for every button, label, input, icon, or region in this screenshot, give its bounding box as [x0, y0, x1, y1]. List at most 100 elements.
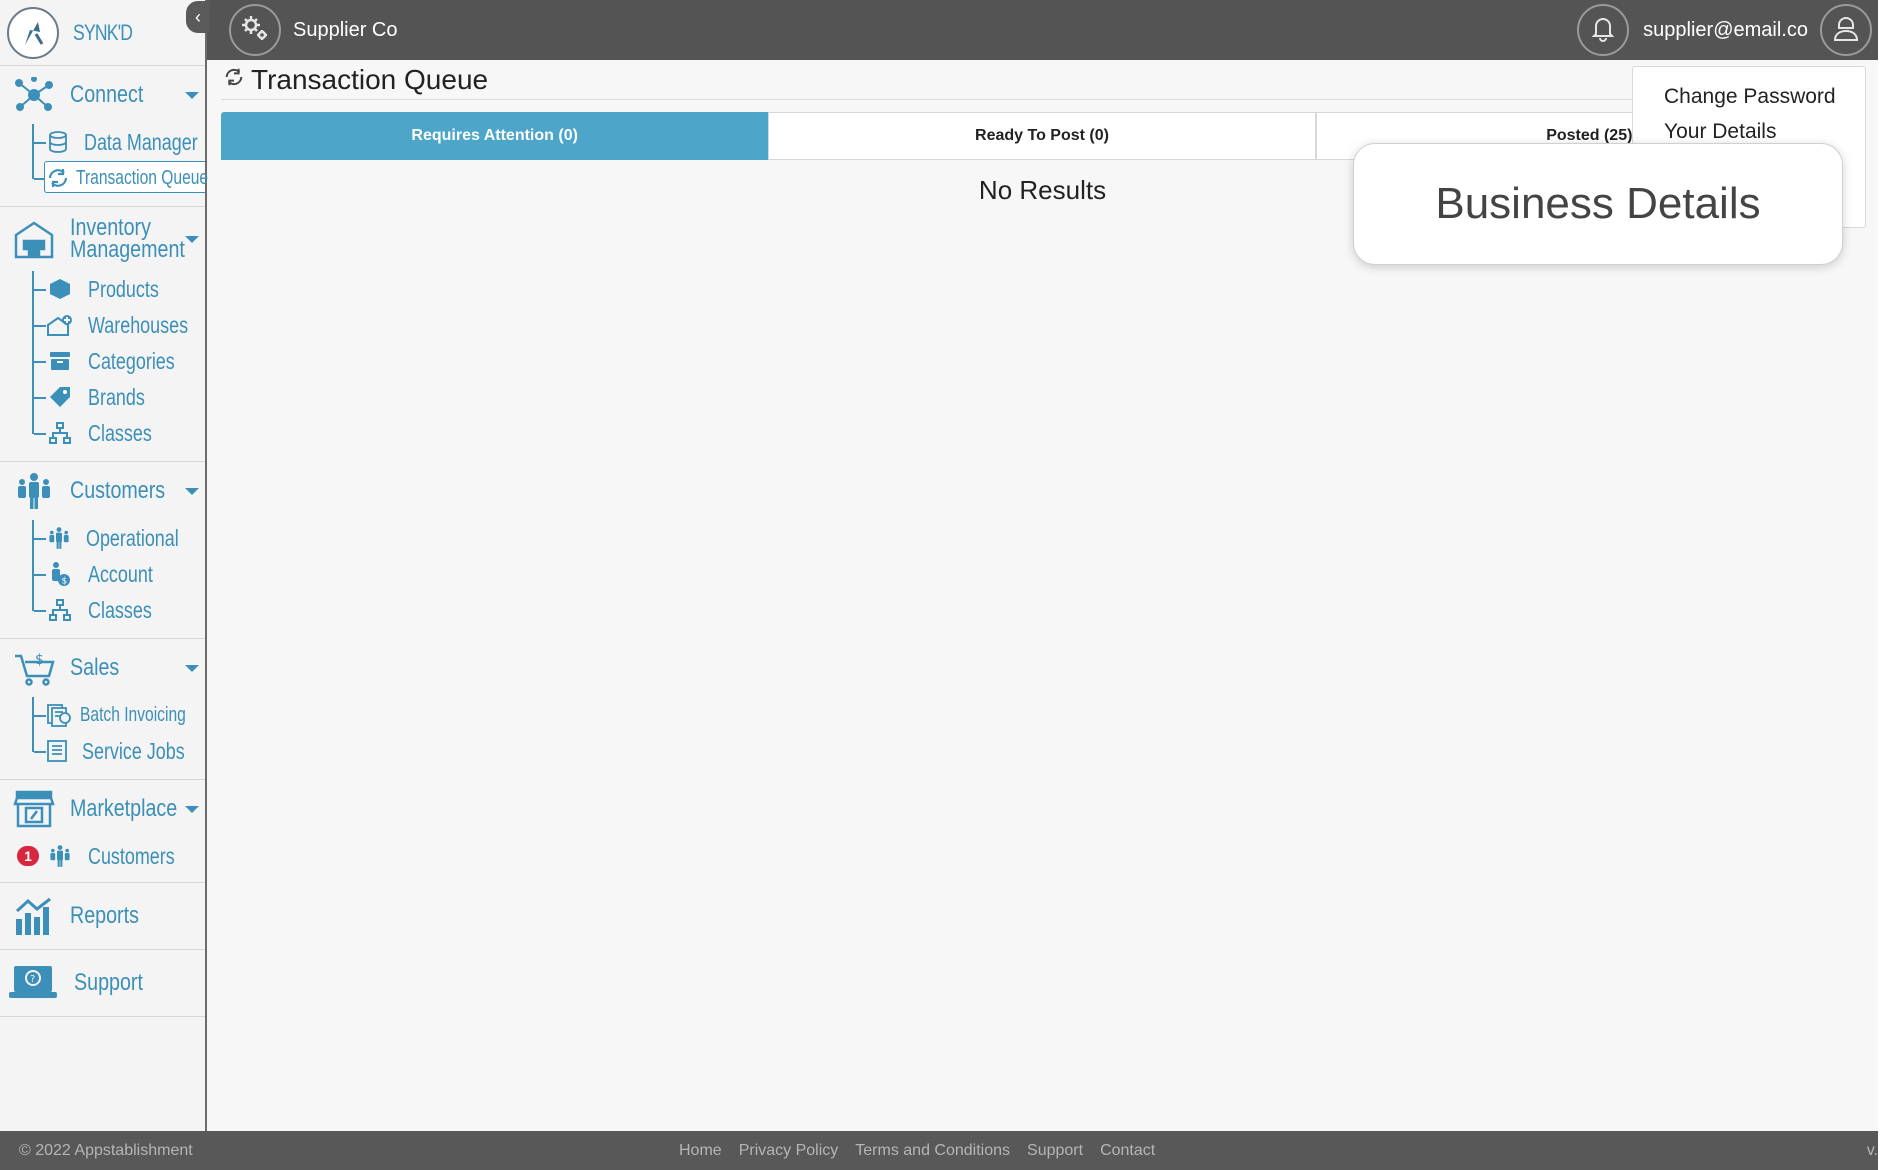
tag-icon: [46, 383, 74, 411]
sidebar-item-label: Operational: [86, 524, 179, 551]
sidebar-item-label: Categories: [88, 347, 175, 374]
window-edge: [1878, 0, 1885, 1170]
brand-name: SYNK'D: [73, 19, 133, 45]
sidebar-item-products[interactable]: Products: [0, 271, 205, 307]
user-menu-button[interactable]: [1820, 4, 1872, 56]
sidebar-item-label: Transaction Queue: [76, 166, 209, 189]
tab-ready-to-post[interactable]: Ready To Post (0): [768, 112, 1316, 160]
sidebar-item-label: Classes: [88, 596, 152, 623]
caret-down-icon[interactable]: [185, 92, 199, 99]
sidebar-item-categories[interactable]: Categories: [0, 343, 205, 379]
logo-icon: [7, 6, 59, 59]
sidebar-section-inventory-header[interactable]: Inventory Management: [0, 207, 205, 271]
top-bar: Supplier Co supplier@email.co: [207, 0, 1878, 60]
footer-link-terms[interactable]: Terms and Conditions: [855, 1142, 1010, 1160]
sidebar-item-support[interactable]: ? Support: [0, 950, 205, 1016]
menu-item-change-password[interactable]: Change Password: [1633, 79, 1865, 114]
sidebar-item-label: Brands: [88, 383, 145, 410]
sidebar-section-inventory: Inventory Management Products Warehouses…: [0, 207, 205, 462]
bell-icon: [1589, 14, 1617, 47]
sidebar-section-reports: Reports: [0, 883, 205, 950]
sidebar-section-marketplace-header[interactable]: Marketplace: [0, 780, 205, 838]
svg-text:?: ?: [30, 974, 35, 985]
sidebar-collapse-button[interactable]: ‹: [186, 1, 210, 33]
database-icon: [46, 128, 70, 156]
sidebar-item-label: Customers: [88, 842, 175, 869]
sidebar-section-sales: $ Sales Batch Invoicing Service Jobs: [0, 639, 205, 780]
sidebar-item-label: Account: [88, 560, 153, 587]
sidebar-item-label: Service Jobs: [82, 737, 185, 764]
sidebar-item-batch-invoicing[interactable]: Batch Invoicing: [0, 697, 205, 733]
hierarchy-icon: [46, 419, 74, 447]
sync-icon: [46, 164, 70, 192]
sidebar-section-connect-header[interactable]: Connect: [0, 66, 205, 124]
company-name[interactable]: Supplier Co: [293, 19, 398, 42]
network-icon: [12, 75, 56, 115]
gear-icon: [240, 13, 270, 48]
sidebar-section-label: Marketplace: [70, 795, 178, 822]
user-email[interactable]: supplier@email.co: [1643, 19, 1808, 42]
footer-link-support[interactable]: Support: [1027, 1142, 1083, 1160]
chevron-left-icon: ‹: [195, 6, 201, 27]
notifications-button[interactable]: [1577, 4, 1630, 56]
store-icon: [12, 789, 56, 829]
sidebar-item-data-manager[interactable]: Data Manager: [0, 124, 205, 160]
people-icon: [46, 524, 72, 552]
page-header: Transaction Queue: [221, 60, 1864, 100]
sidebar-item-marketplace-customers[interactable]: 1 Customers: [0, 838, 205, 874]
sidebar-section-label: Reports: [70, 902, 139, 929]
sidebar-section-label: Connect: [70, 81, 144, 108]
sidebar-item-label: Products: [88, 275, 159, 302]
caret-down-icon[interactable]: [185, 665, 199, 672]
sidebar-item-label: Classes: [88, 419, 152, 446]
sidebar-item-customer-classes[interactable]: Classes: [0, 592, 205, 628]
sidebar-item-brands[interactable]: Brands: [0, 379, 205, 415]
user-icon: [1831, 13, 1861, 48]
hierarchy-icon: [46, 596, 74, 624]
footer-link-privacy[interactable]: Privacy Policy: [739, 1142, 839, 1160]
sidebar-section-label: Sales: [70, 654, 120, 681]
tab-requires-attention[interactable]: Requires Attention (0): [221, 112, 769, 160]
sidebar-section-marketplace: Marketplace 1 Customers: [0, 780, 205, 883]
copyright: © 2022 Appstablishment: [19, 1142, 193, 1159]
cart-icon: $: [12, 648, 56, 688]
sidebar-item-label: Batch Invoicing: [80, 703, 186, 726]
chart-icon: [12, 896, 56, 936]
caret-down-icon[interactable]: [185, 236, 199, 243]
notification-badge: 1: [15, 844, 41, 868]
caret-down-icon[interactable]: [185, 488, 199, 495]
sidebar-item-warehouses[interactable]: Warehouses: [0, 307, 205, 343]
warehouse-icon: [12, 219, 56, 259]
caret-down-icon[interactable]: [185, 806, 199, 813]
people-icon: [46, 842, 74, 870]
brand[interactable]: SYNK'D: [0, 0, 205, 66]
footer-links: Home Privacy Policy Terms and Conditions…: [679, 1142, 1172, 1160]
sidebar-item-account[interactable]: $ Account: [0, 556, 205, 592]
page-title: Transaction Queue: [251, 63, 489, 95]
warehouse-add-icon: [46, 311, 74, 339]
sidebar-section-customers: Customers Operational $ Account Classes: [0, 462, 205, 639]
laptop-help-icon: ?: [8, 963, 58, 1003]
sidebar-item-classes[interactable]: Classes: [0, 415, 205, 451]
menu-item-business-details[interactable]: Business Details: [1353, 143, 1843, 265]
sidebar-item-label: Warehouses: [88, 311, 189, 338]
sidebar-item-operational[interactable]: Operational: [0, 520, 205, 556]
sidebar-item-transaction-queue[interactable]: Transaction Queue: [0, 160, 209, 196]
version: v.: [1866, 1142, 1878, 1159]
sidebar-section-connect: Connect Data Manager Transaction Queue: [0, 66, 209, 207]
sidebar-item-service-jobs[interactable]: Service Jobs: [0, 733, 205, 769]
sidebar-section-label: Inventory Management: [70, 214, 185, 263]
sidebar-item-reports[interactable]: Reports: [0, 883, 205, 949]
sidebar-section-sales-header[interactable]: $ Sales: [0, 639, 205, 697]
sidebar-section-customers-header[interactable]: Customers: [0, 462, 205, 520]
footer-link-home[interactable]: Home: [679, 1142, 722, 1160]
settings-button[interactable]: [229, 4, 281, 56]
sidebar-item-label: Data Manager: [84, 128, 198, 155]
box-icon: [46, 275, 74, 303]
business-details-label: Business Details: [1435, 179, 1761, 228]
money-person-icon: $: [46, 560, 74, 588]
sidebar-section-support: ? Support: [0, 950, 205, 1017]
svg-text:$: $: [35, 652, 44, 668]
sidebar: SYNK'D Connect Data Manager Transaction …: [0, 0, 209, 1131]
footer-link-contact[interactable]: Contact: [1100, 1142, 1155, 1160]
